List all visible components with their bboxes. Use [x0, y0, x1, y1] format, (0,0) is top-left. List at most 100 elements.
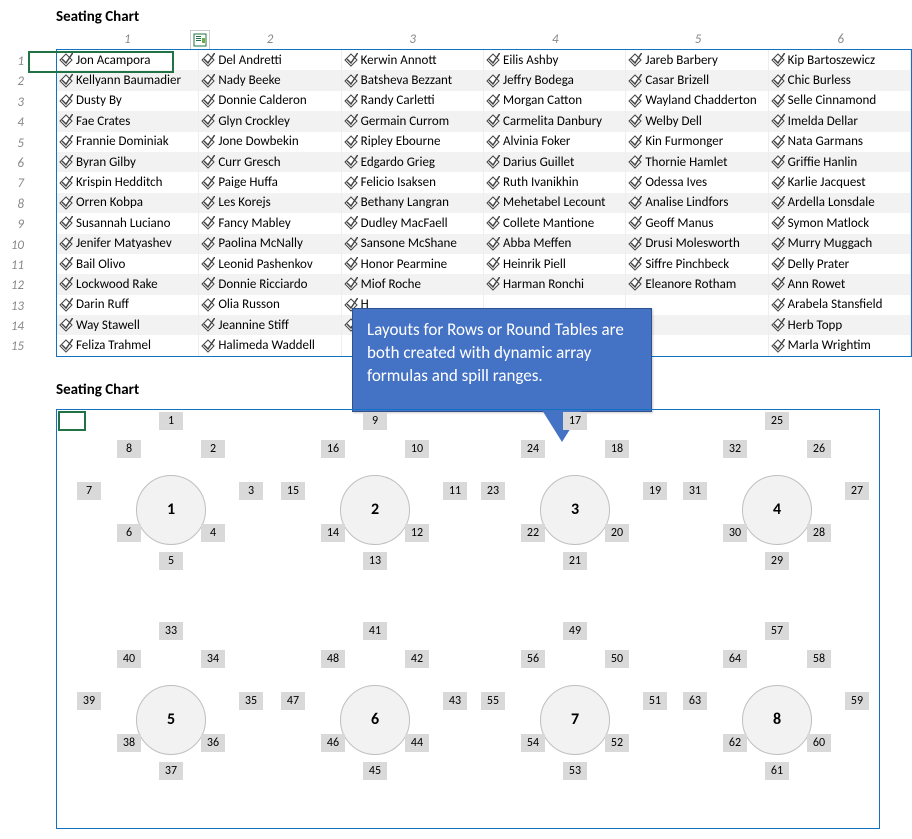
name-cell[interactable]: Odessa Ives: [626, 172, 768, 192]
name-cell[interactable]: Nata Garmans: [769, 132, 911, 152]
seat[interactable]: 38: [117, 734, 141, 752]
name-cell[interactable]: Glyn Crockley: [199, 111, 341, 131]
seat[interactable]: 47: [281, 692, 305, 710]
seat[interactable]: 1: [159, 412, 183, 430]
name-cell[interactable]: Dusty By: [57, 91, 199, 111]
seat[interactable]: 39: [77, 692, 101, 710]
seat[interactable]: 64: [723, 650, 747, 668]
seat[interactable]: 41: [363, 622, 387, 640]
name-cell[interactable]: Geoff Manus: [626, 213, 768, 233]
table-circle[interactable]: 4: [742, 475, 812, 545]
name-cell[interactable]: Herb Topp: [769, 315, 911, 335]
table-circle[interactable]: 1: [136, 475, 206, 545]
seat[interactable]: 37: [159, 762, 183, 780]
seat[interactable]: 26: [807, 440, 831, 458]
name-cell[interactable]: Murry Muggach: [769, 234, 911, 254]
seat[interactable]: 17: [563, 412, 587, 430]
name-cell[interactable]: Fae Crates: [57, 111, 199, 131]
name-cell[interactable]: Kip Bartoszewicz: [769, 50, 911, 70]
name-cell[interactable]: Lockwood Rake: [57, 274, 199, 294]
seat[interactable]: 53: [563, 762, 587, 780]
seat[interactable]: 35: [239, 692, 263, 710]
seat[interactable]: 13: [363, 552, 387, 570]
name-cell[interactable]: Leonid Pashenkov: [199, 254, 341, 274]
seat[interactable]: 9: [363, 412, 387, 430]
seat[interactable]: 3: [239, 482, 263, 500]
name-cell[interactable]: Drusi Molesworth: [626, 234, 768, 254]
name-cell[interactable]: Ardella Lonsdale: [769, 193, 911, 213]
name-cell[interactable]: Orren Kobpa: [57, 193, 199, 213]
seat[interactable]: 31: [683, 482, 707, 500]
name-cell[interactable]: Kerwin Annott: [342, 50, 484, 70]
name-cell[interactable]: Germain Currom: [342, 111, 484, 131]
seat[interactable]: 63: [683, 692, 707, 710]
seat[interactable]: 51: [643, 692, 667, 710]
seat[interactable]: 22: [521, 524, 545, 542]
seat[interactable]: 10: [405, 440, 429, 458]
seat[interactable]: 45: [363, 762, 387, 780]
name-cell[interactable]: Arabela Stansfield: [769, 295, 911, 315]
seat[interactable]: 59: [845, 692, 869, 710]
name-cell[interactable]: Felicio Isaksen: [342, 172, 484, 192]
name-cell[interactable]: Olia Russon: [199, 295, 341, 315]
seat[interactable]: 33: [159, 622, 183, 640]
seat[interactable]: 21: [563, 552, 587, 570]
name-cell[interactable]: Symon Matlock: [769, 213, 911, 233]
name-cell[interactable]: Thornie Hamlet: [626, 152, 768, 172]
seat[interactable]: 61: [765, 762, 789, 780]
name-cell[interactable]: Darin Ruff: [57, 295, 199, 315]
name-cell[interactable]: Fancy Mabley: [199, 213, 341, 233]
seat[interactable]: 52: [605, 734, 629, 752]
seat[interactable]: 40: [117, 650, 141, 668]
name-cell[interactable]: Sansone McShane: [342, 234, 484, 254]
name-cell[interactable]: Susannah Luciano: [57, 213, 199, 233]
seat[interactable]: 16: [321, 440, 345, 458]
name-cell[interactable]: Bail Olivo: [57, 254, 199, 274]
seat[interactable]: 12: [405, 524, 429, 542]
seat[interactable]: 24: [521, 440, 545, 458]
seat[interactable]: 2: [201, 440, 225, 458]
seat[interactable]: 55: [481, 692, 505, 710]
name-cell[interactable]: Abba Meffen: [484, 234, 626, 254]
name-cell[interactable]: Imelda Dellar: [769, 111, 911, 131]
name-cell[interactable]: Paolina McNally: [199, 234, 341, 254]
name-cell[interactable]: Carmelita Danbury: [484, 111, 626, 131]
seat[interactable]: 6: [117, 524, 141, 542]
name-cell[interactable]: Chic Burless: [769, 70, 911, 90]
seat[interactable]: 42: [405, 650, 429, 668]
name-cell[interactable]: Casar Brizell: [626, 70, 768, 90]
seat[interactable]: 44: [405, 734, 429, 752]
seat[interactable]: 56: [521, 650, 545, 668]
seat[interactable]: 23: [481, 482, 505, 500]
table-circle[interactable]: 2: [340, 475, 410, 545]
name-cell[interactable]: Bethany Langran: [342, 193, 484, 213]
seat[interactable]: 5: [159, 552, 183, 570]
seat[interactable]: 49: [563, 622, 587, 640]
name-cell[interactable]: Batsheva Bezzant: [342, 70, 484, 90]
name-cell[interactable]: Jareb Barbery: [626, 50, 768, 70]
seat[interactable]: 50: [605, 650, 629, 668]
table-circle[interactable]: 8: [742, 685, 812, 755]
name-cell[interactable]: Nady Beeke: [199, 70, 341, 90]
name-cell[interactable]: Ann Rowet: [769, 274, 911, 294]
name-cell[interactable]: Harman Ronchi: [484, 274, 626, 294]
name-cell[interactable]: Jone Dowbekin: [199, 132, 341, 152]
name-cell[interactable]: Halimeda Waddell: [199, 335, 341, 355]
name-cell[interactable]: Jenifer Matyashev: [57, 234, 199, 254]
seat[interactable]: 20: [605, 524, 629, 542]
round-tables-area[interactable]: 1123456782910111213141516317181920212223…: [56, 409, 880, 829]
seat[interactable]: 62: [723, 734, 747, 752]
name-cell[interactable]: Marla Wrightim: [769, 335, 911, 355]
seat[interactable]: 58: [807, 650, 831, 668]
seat[interactable]: 60: [807, 734, 831, 752]
seat[interactable]: 32: [723, 440, 747, 458]
name-cell[interactable]: Ripley Ebourne: [342, 132, 484, 152]
name-cell[interactable]: Donnie Ricciardo: [199, 274, 341, 294]
smart-tag-icon[interactable]: [190, 30, 210, 50]
name-cell[interactable]: Delly Prater: [769, 254, 911, 274]
name-cell[interactable]: Mehetabel Lecount: [484, 193, 626, 213]
name-cell[interactable]: Griffie Hanlin: [769, 152, 911, 172]
name-cell[interactable]: Alvinia Foker: [484, 132, 626, 152]
name-cell[interactable]: Feliza Trahmel: [57, 335, 199, 355]
name-cell[interactable]: Jon Acampora: [57, 50, 199, 70]
